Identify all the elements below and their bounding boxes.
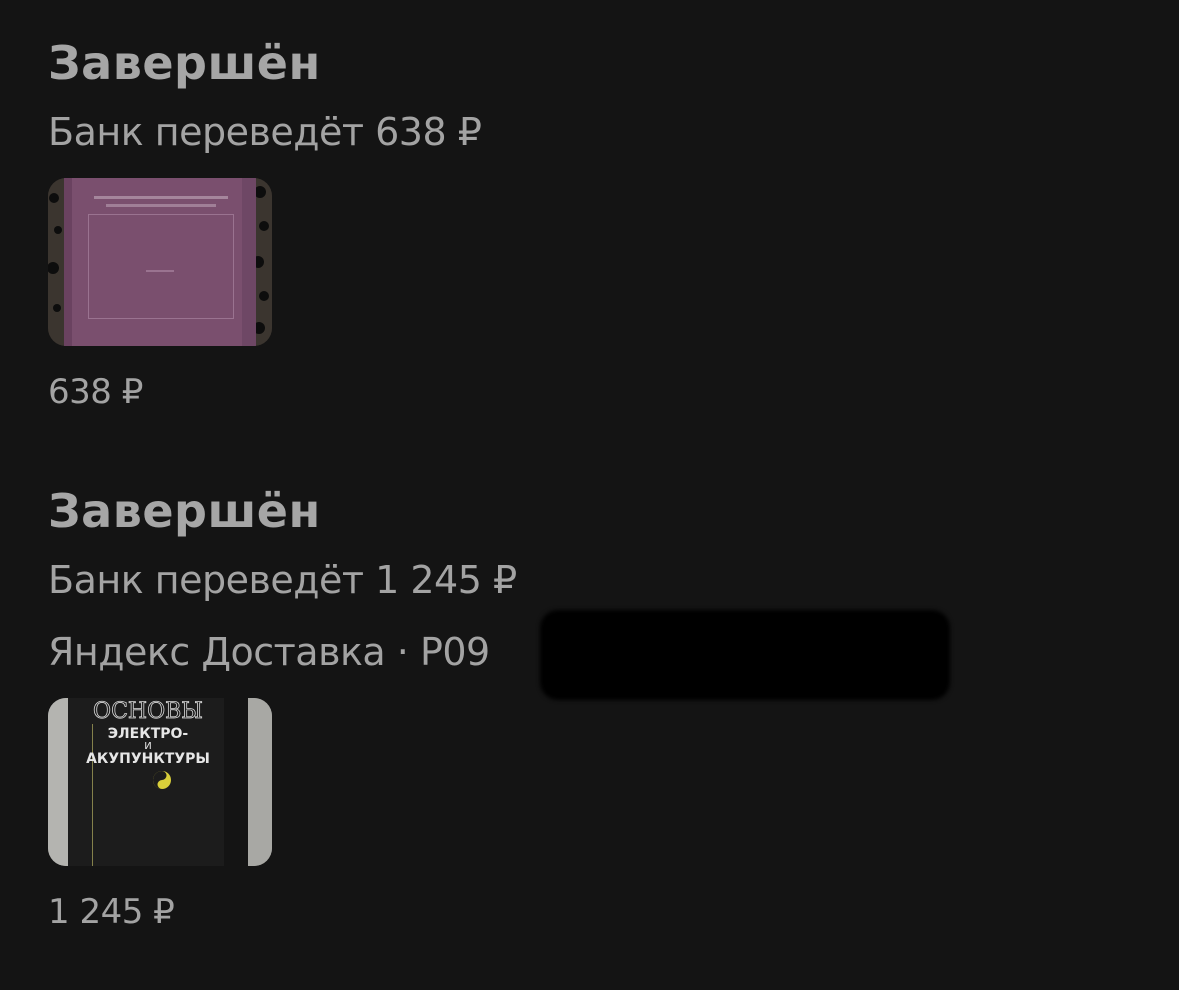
order-status: Завершён (48, 36, 321, 90)
cover-line-4: АКУПУНКТУРЫ (86, 751, 210, 767)
book-cover-purple-image (48, 178, 272, 346)
order-card[interactable]: Завершён Банк переведёт 1 245 ₽ Яндекс Д… (48, 478, 950, 932)
refund-text: Банк переведёт 638 ₽ (48, 110, 482, 154)
cover-line-2: ЭЛЕКТРО- (108, 726, 189, 742)
delivery-text: Яндекс Доставка · P09 (48, 630, 490, 674)
refund-text: Банк переведёт 1 245 ₽ (48, 558, 517, 602)
product-thumbnail[interactable] (48, 178, 272, 346)
product-thumbnail[interactable]: ОСНОВЫ ЭЛЕКТРО- И АКУПУНКТУРЫ (48, 698, 272, 866)
cover-line-1: ОСНОВЫ (93, 699, 203, 724)
order-status: Завершён (48, 484, 321, 538)
redaction-mask (540, 610, 950, 700)
order-card[interactable]: Завершён Банк переведёт 638 ₽ 638 ₽ (48, 30, 482, 412)
item-price: 638 ₽ (48, 372, 143, 412)
item-price: 1 245 ₽ (48, 892, 175, 932)
delivery-info: Яндекс Доставка · P09 (48, 610, 950, 700)
book-cover-black-image: ОСНОВЫ ЭЛЕКТРО- И АКУПУНКТУРЫ (48, 698, 272, 866)
